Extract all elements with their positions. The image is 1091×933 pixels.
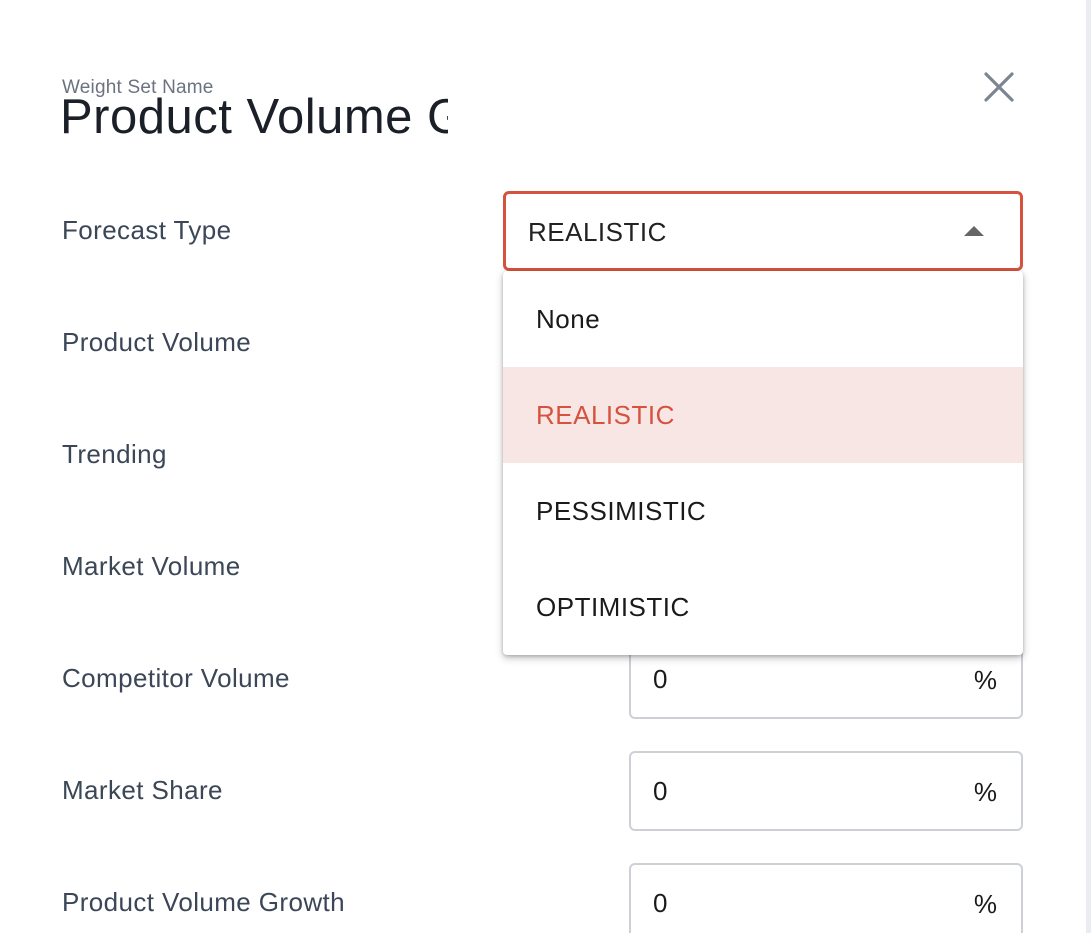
option-none[interactable]: None xyxy=(503,271,1023,367)
percent-suffix: % xyxy=(973,889,997,919)
option-pessimistic[interactable]: PESSIMISTIC xyxy=(503,463,1023,559)
caret-up-icon xyxy=(964,226,984,236)
market-share-input[interactable] xyxy=(653,753,953,829)
percent-suffix: % xyxy=(973,665,997,695)
forecast-type-dropdown-menu: None REALISTIC PESSIMISTIC OPTIMISTIC xyxy=(503,271,1023,655)
weight-set-name-value: Product Volume Growth Weights xyxy=(60,90,448,144)
forecast-type-label: Forecast Type xyxy=(62,215,232,245)
product-volume-growth-field[interactable]: % xyxy=(629,863,1023,933)
market-share-field[interactable]: % xyxy=(629,751,1023,831)
product-volume-growth-label: Product Volume Growth xyxy=(62,887,345,917)
panel-edge xyxy=(1086,0,1091,933)
option-optimistic[interactable]: OPTIMISTIC xyxy=(503,559,1023,655)
percent-suffix: % xyxy=(973,777,997,807)
market-share-label: Market Share xyxy=(62,775,223,805)
market-volume-label: Market Volume xyxy=(62,551,241,581)
product-volume-growth-input[interactable] xyxy=(653,865,953,933)
trending-label: Trending xyxy=(62,439,167,469)
competitor-volume-label: Competitor Volume xyxy=(62,663,290,693)
product-volume-label: Product Volume xyxy=(62,327,252,357)
weight-set-panel: Weight Set Name Product Volume Growth We… xyxy=(0,0,1086,933)
close-icon xyxy=(984,72,1014,102)
forecast-type-select[interactable]: REALISTIC xyxy=(503,191,1023,271)
close-button[interactable] xyxy=(978,66,1020,108)
forecast-type-selected-value: REALISTIC xyxy=(528,217,667,247)
weight-set-name-field[interactable]: Product Volume Growth Weights xyxy=(60,88,448,146)
option-realistic[interactable]: REALISTIC xyxy=(503,367,1023,463)
